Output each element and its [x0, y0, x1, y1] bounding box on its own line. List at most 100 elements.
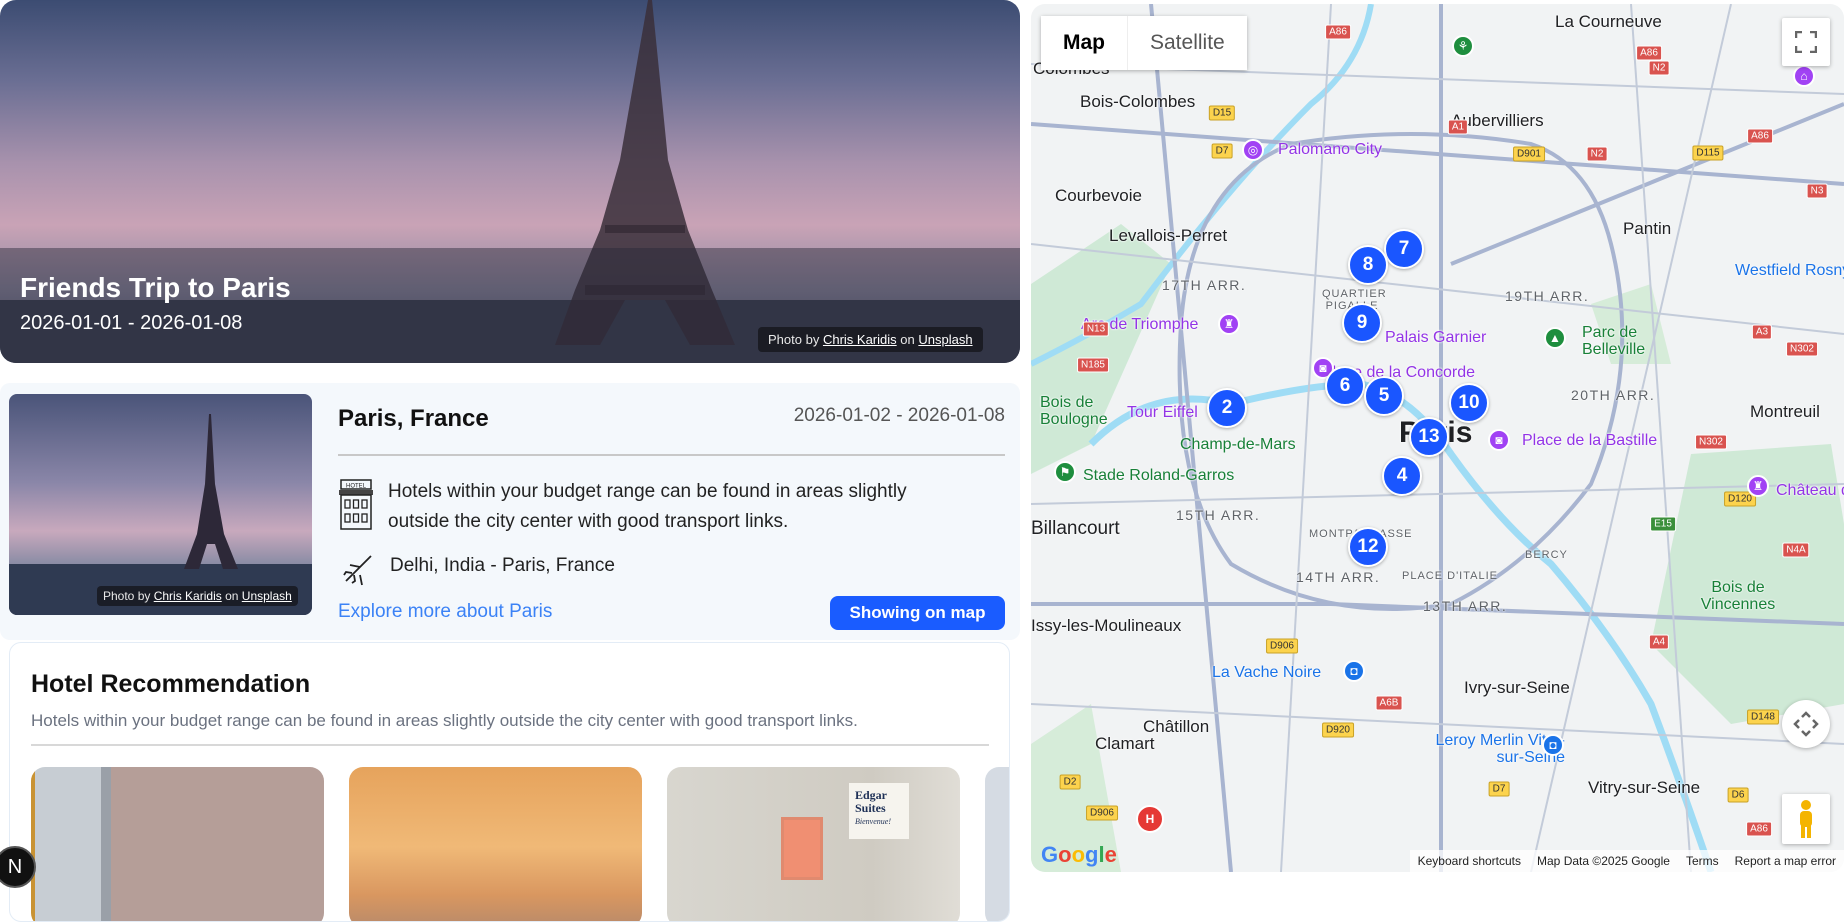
- map-label: 14TH ARR.: [1296, 569, 1381, 585]
- map-data-attribution: Map Data ©2025 Google: [1537, 854, 1670, 868]
- divider: [338, 454, 1005, 456]
- castle-poi-icon[interactable]: ♜: [1747, 475, 1769, 497]
- move-arrows-icon: [1793, 711, 1819, 737]
- road-shield: D906: [1266, 638, 1298, 654]
- destination-title: Paris, France: [338, 405, 489, 432]
- map-marker-9[interactable]: 9: [1342, 303, 1382, 343]
- map-label: Ivry-sur-Seine: [1464, 678, 1570, 697]
- road-shield: D6: [1727, 787, 1749, 803]
- road-shield: N3: [1806, 183, 1828, 199]
- road-shield: N2: [1648, 60, 1670, 76]
- hotel-note-row: HOTEL Hotels within your budget range ca…: [338, 477, 958, 537]
- monument-poi-icon[interactable]: ♜: [1218, 313, 1240, 335]
- author-link[interactable]: Chris Karidis: [823, 332, 897, 347]
- hotel-recommendation-section: Hotel Recommendation Hotels within your …: [9, 642, 1010, 922]
- hotel-card-image-4[interactable]: [985, 767, 1009, 921]
- map-label: Château de: [1776, 482, 1844, 499]
- report-error-link[interactable]: Report a map error: [1735, 854, 1836, 868]
- hotel-card-image-3[interactable]: Edgar Suites Bienvenue!: [667, 767, 960, 921]
- map-marker-2[interactable]: 2: [1207, 388, 1247, 428]
- edgar-suites-sign: Edgar Suites Bienvenue!: [849, 783, 909, 839]
- map-label: BERCY: [1525, 549, 1568, 561]
- attraction-poi-icon[interactable]: ◎: [1242, 139, 1264, 161]
- map-marker-10[interactable]: 10: [1449, 383, 1489, 423]
- trip-hero: Friends Trip to Paris 2026-01-01 - 2026-…: [0, 0, 1020, 363]
- hospital-poi-icon[interactable]: H: [1136, 805, 1164, 833]
- map-marker-6[interactable]: 6: [1325, 366, 1365, 406]
- map-label: Palais Garnier: [1385, 329, 1487, 346]
- stadium-poi-icon[interactable]: ⚑: [1054, 461, 1076, 483]
- section-subtitle: Hotels within your budget range can be f…: [31, 711, 858, 730]
- trip-title: Friends Trip to Paris: [20, 272, 291, 303]
- camera-control-button[interactable]: [1782, 700, 1830, 748]
- svg-text:HOTEL: HOTEL: [346, 484, 367, 490]
- keyboard-shortcuts-link[interactable]: Keyboard shortcuts: [1418, 854, 1521, 868]
- road-shield: N4A: [1782, 542, 1810, 558]
- road-shield: A86: [1746, 821, 1772, 837]
- street-view-pegman[interactable]: [1782, 794, 1830, 844]
- road-shield: E15: [1650, 516, 1676, 532]
- map-marker-5[interactable]: 5: [1364, 376, 1404, 416]
- unsplash-link[interactable]: Unsplash: [918, 332, 972, 347]
- map-label: Stade Roland-Garros: [1083, 467, 1235, 484]
- destination-photo: Photo by Chris Karidis on Unsplash: [9, 394, 312, 615]
- map-marker-8[interactable]: 8: [1348, 245, 1388, 285]
- map-label: 13TH ARR.: [1423, 598, 1508, 614]
- road-shield: D906: [1086, 805, 1118, 821]
- map-marker-4[interactable]: 4: [1382, 456, 1422, 496]
- museum-poi-icon[interactable]: ⌂: [1793, 65, 1815, 87]
- map-label: 17TH ARR.: [1162, 277, 1247, 293]
- hotel-card-image-1[interactable]: [31, 767, 324, 921]
- map-label: Tour Eiffel: [1127, 404, 1198, 421]
- map-marker-7[interactable]: 7: [1384, 229, 1424, 269]
- explore-paris-link[interactable]: Explore more about Paris: [338, 601, 552, 623]
- map-marker-13[interactable]: 13: [1409, 417, 1449, 457]
- road-shield: D901: [1513, 146, 1545, 162]
- shopping-poi-icon[interactable]: ◘: [1542, 734, 1564, 756]
- map-label: Vitry-sur-Seine: [1588, 778, 1701, 797]
- map-label: Bois de Boulogne: [1040, 394, 1108, 428]
- camera-poi-icon[interactable]: ◙: [1488, 429, 1510, 451]
- road-shield: N302: [1695, 434, 1727, 450]
- map-label: Bois de Vincennes: [1700, 579, 1776, 613]
- map-label: Courbevoie: [1055, 186, 1142, 205]
- trip-dates: 2026-01-01 - 2026-01-08: [20, 312, 243, 334]
- road-shield: A4: [1648, 634, 1670, 650]
- map-label: 15TH ARR.: [1176, 507, 1261, 523]
- map-label: Palomano City: [1278, 141, 1383, 158]
- author-link[interactable]: Chris Karidis: [154, 589, 222, 603]
- google-logo: Google: [1041, 842, 1117, 867]
- fullscreen-icon: [1795, 31, 1817, 53]
- hotel-card-image-2[interactable]: [349, 767, 642, 921]
- route-row: Delhi, India - Paris, France: [338, 551, 615, 589]
- thumb-photo-credit: Photo by Chris Karidis on Unsplash: [97, 586, 298, 606]
- road-shield: A86: [1747, 128, 1773, 144]
- road-shield: N2: [1586, 146, 1608, 162]
- park-poi-icon[interactable]: ⚘: [1452, 35, 1474, 57]
- road-shield: A86: [1636, 45, 1662, 61]
- fullscreen-button[interactable]: [1782, 18, 1830, 66]
- road-shield: N302: [1786, 341, 1818, 357]
- road-shield: N185: [1077, 357, 1109, 373]
- map-tab[interactable]: Map: [1041, 16, 1128, 70]
- shopping-poi-icon[interactable]: ◘: [1343, 660, 1365, 682]
- map-label: Westfield Rosny: [1735, 262, 1844, 279]
- eiffel-tower-image: [9, 414, 312, 615]
- map-label: Pantin: [1623, 219, 1672, 238]
- map-label: La Vache Noire: [1212, 664, 1322, 681]
- satellite-tab[interactable]: Satellite: [1128, 16, 1247, 70]
- road-shield: D148: [1747, 709, 1779, 725]
- showing-on-map-button[interactable]: Showing on map: [830, 596, 1005, 630]
- tree-poi-icon[interactable]: ▲: [1544, 327, 1566, 349]
- map-label: Champ-de-Mars: [1180, 436, 1296, 453]
- road-shield: D15: [1208, 105, 1236, 121]
- google-map[interactable]: La Courneuve Colombes Bois-Colombes Aube…: [1031, 4, 1844, 872]
- map-marker-12[interactable]: 12: [1348, 527, 1388, 567]
- airplane-icon: [343, 555, 372, 586]
- unsplash-link[interactable]: Unsplash: [242, 589, 292, 603]
- road-shield: N13: [1082, 321, 1110, 337]
- map-label: 19TH ARR.: [1505, 288, 1590, 304]
- section-title: Hotel Recommendation: [31, 670, 311, 698]
- wall-art: [781, 817, 823, 880]
- terms-link[interactable]: Terms: [1686, 854, 1719, 868]
